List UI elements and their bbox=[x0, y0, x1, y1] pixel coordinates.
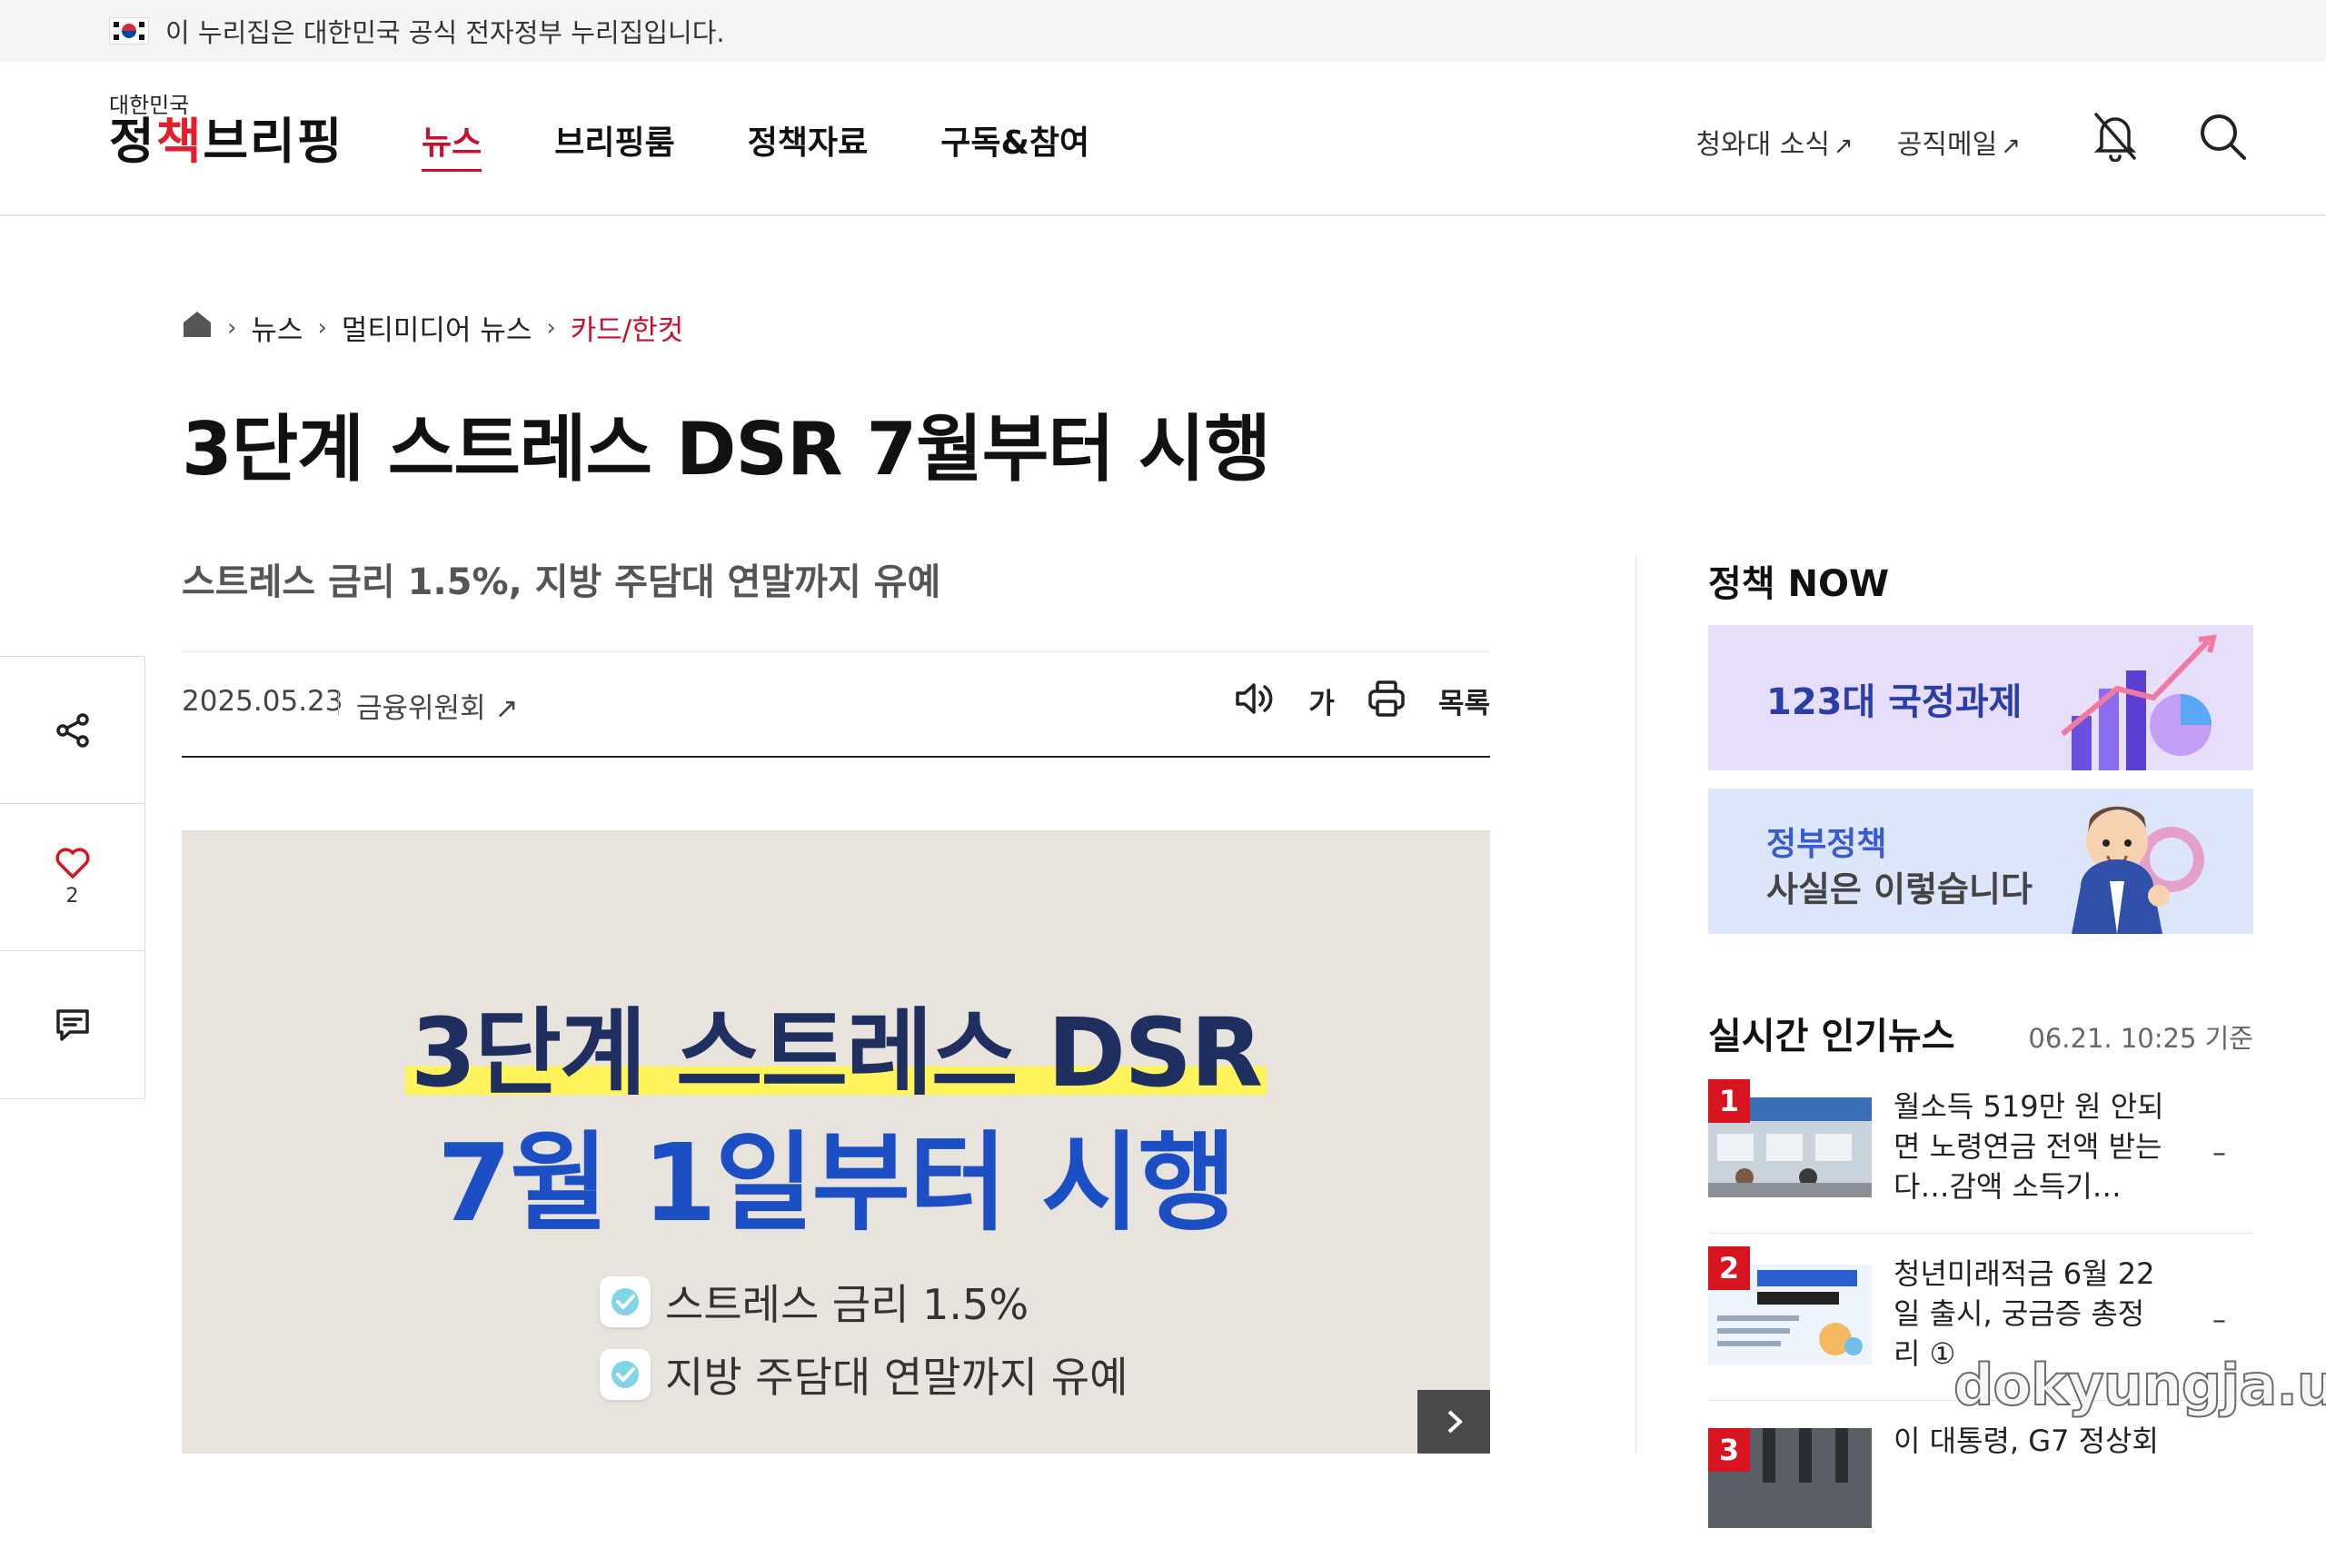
logo-main-text: 정책브리핑 bbox=[109, 113, 344, 170]
chart-illustration-icon bbox=[2061, 634, 2217, 770]
breadcrumb-multimedia-news[interactable]: 멀티미디어 뉴스 bbox=[342, 307, 532, 348]
character-illustration-icon bbox=[2072, 806, 2204, 934]
external-link-icon: ↗ bbox=[1834, 133, 1854, 160]
gov-notice-bar: 이 누리집은 대한민국 공식 전자정부 누리집입니다. bbox=[0, 0, 2326, 62]
cheongwadae-news-link[interactable]: 청와대 소식 ↗ bbox=[1695, 122, 1853, 162]
rank-change-indicator: – bbox=[2212, 1137, 2226, 1169]
article-title: 3단계 스트레스 DSR 7월부터 시행 bbox=[182, 407, 1271, 491]
nav-news[interactable]: 뉴스 bbox=[422, 116, 482, 172]
popular-news-title: 실시간 인기뉴스 bbox=[1708, 1016, 1955, 1057]
comment-button[interactable] bbox=[0, 951, 144, 1098]
card-check-item: 스트레스 금리 1.5% bbox=[600, 1272, 1029, 1332]
breadcrumb-current[interactable]: 카드/한컷 bbox=[571, 307, 684, 348]
popular-news-item[interactable]: 3 이 대통령, G7 정상회 bbox=[1708, 1414, 2253, 1568]
policy-fact-banner[interactable]: 정부정책 사실은 이렇습니다 bbox=[1708, 789, 2253, 934]
rank-change-indicator: – bbox=[2212, 1305, 2226, 1336]
rank-badge: 2 bbox=[1708, 1246, 1750, 1290]
share-button[interactable] bbox=[0, 657, 144, 804]
nav-briefing-room[interactable]: 브리핑룸 bbox=[554, 116, 674, 172]
official-mail-link[interactable]: 공직메일 ↗ bbox=[1897, 122, 2021, 162]
breadcrumb-separator: › bbox=[317, 313, 327, 342]
gov-notice-text: 이 누리집은 대한민국 공식 전자정부 누리집입니다. bbox=[165, 17, 725, 48]
main-nav: 뉴스 브리핑룸 정책자료 구독&참여 bbox=[422, 116, 1089, 172]
article-date: 2025.05.23 bbox=[182, 685, 343, 718]
popular-news-headline: 이 대통령, G7 정상회 bbox=[1894, 1424, 2159, 1458]
card-headline-1: 3단계 스트레스 DSR bbox=[182, 976, 1490, 1113]
breadcrumb-news[interactable]: 뉴스 bbox=[251, 307, 303, 348]
popular-news-timestamp: 06.21. 10:25 기준 bbox=[2028, 1023, 2253, 1054]
banner-text-line2: 사실은 이렇습니다 bbox=[1766, 869, 2033, 909]
popular-news-item[interactable]: 1 월소득 519만 원 안되면 노령연금 전액 받는다…감액 소득기… – bbox=[1708, 1079, 2253, 1234]
breadcrumb-separator: › bbox=[227, 313, 237, 342]
site-watermark: dokyungja.us bbox=[1953, 1351, 2326, 1419]
checkbox-icon bbox=[600, 1276, 651, 1327]
heart-icon bbox=[55, 848, 89, 878]
comment-icon bbox=[55, 1009, 89, 1041]
chevron-right-icon bbox=[1447, 1410, 1463, 1434]
article-tools: 가 목록 bbox=[1234, 680, 1490, 721]
home-icon[interactable] bbox=[182, 310, 213, 346]
bell-off-icon[interactable] bbox=[2086, 107, 2144, 165]
external-link-icon: ↗ bbox=[2001, 133, 2021, 160]
article-card-image: 3단계 스트레스 DSR 7월 1일부터 시행 스트레스 금리 1.5% 지방 … bbox=[182, 830, 1490, 1454]
national-agenda-banner[interactable]: 123대 국정과제 bbox=[1708, 625, 2253, 770]
card-headline-2: 7월 1일부터 시행 bbox=[437, 1120, 1237, 1245]
share-icon bbox=[55, 712, 89, 748]
column-divider bbox=[1635, 554, 1636, 1454]
meta-divider bbox=[338, 692, 339, 716]
nav-subscribe-participate[interactable]: 구독&참여 bbox=[940, 116, 1089, 172]
banner-text-line1: 정부정책 bbox=[1766, 826, 1887, 863]
rank-badge: 3 bbox=[1708, 1428, 1750, 1472]
checkbox-icon bbox=[600, 1349, 651, 1400]
font-size-button[interactable]: 가 bbox=[1308, 680, 1335, 721]
utility-links: 청와대 소식 ↗ 공직메일 ↗ bbox=[1695, 122, 2021, 162]
article-subtitle: 스트레스 금리 1.5%, 지방 주담대 연말까지 유예 bbox=[182, 561, 941, 603]
floating-action-bar: 2 bbox=[0, 656, 145, 1099]
popular-news-headline: 월소득 519만 원 안되면 노령연금 전액 받는다…감액 소득기… bbox=[1894, 1089, 2164, 1204]
external-link-icon: ↗ bbox=[494, 692, 519, 725]
rank-badge: 1 bbox=[1708, 1079, 1750, 1123]
list-button[interactable]: 목록 bbox=[1438, 680, 1490, 721]
next-slide-button[interactable] bbox=[1417, 1390, 1490, 1454]
korea-flag-icon bbox=[109, 17, 149, 45]
nav-policy-materials[interactable]: 정책자료 bbox=[748, 116, 868, 172]
speaker-icon[interactable] bbox=[1234, 680, 1276, 720]
article-meta: 2025.05.23 금융위원회 ↗ 가 목록 bbox=[182, 651, 1490, 758]
print-icon[interactable] bbox=[1367, 680, 1406, 721]
search-icon[interactable] bbox=[2193, 107, 2251, 165]
policy-now-title: 정책 NOW bbox=[1708, 563, 1890, 605]
like-button[interactable]: 2 bbox=[0, 804, 144, 951]
like-count: 2 bbox=[65, 885, 79, 908]
article-source-link[interactable]: 금융위원회 ↗ bbox=[356, 685, 518, 726]
breadcrumb: › 뉴스 › 멀티미디어 뉴스 › 카드/한컷 bbox=[182, 307, 683, 348]
banner-text: 123대 국정과제 bbox=[1766, 681, 2023, 723]
card-check-item: 지방 주담대 연말까지 유예 bbox=[600, 1345, 1128, 1404]
breadcrumb-separator: › bbox=[546, 313, 556, 342]
site-logo[interactable]: 대한민국 정책브리핑 bbox=[109, 94, 343, 168]
site-header: 대한민국 정책브리핑 뉴스 브리핑룸 정책자료 구독&참여 청와대 소식 ↗ 공직… bbox=[0, 62, 2326, 216]
